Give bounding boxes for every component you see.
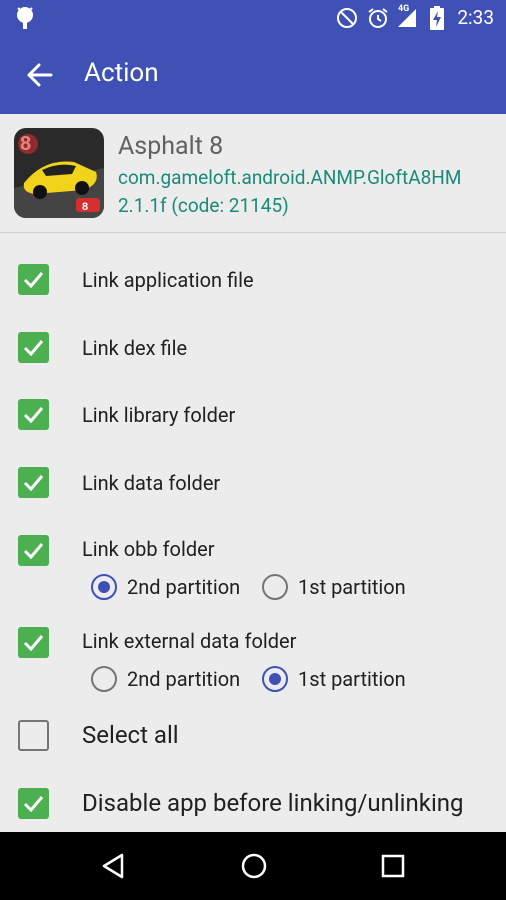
external-radio-1st-partition[interactable] [262,666,288,692]
checkbox-link-obb-folder[interactable] [18,535,49,566]
signal-icon [398,9,416,27]
option-label: Link external data folder [82,629,297,653]
clock-time: 2:33 [457,6,494,29]
obb-radio-1st-partition[interactable] [262,574,288,600]
page-title: Action [84,58,159,88]
nav-back-icon[interactable] [100,852,126,880]
do-not-disturb-icon [337,8,357,28]
option-label: Link library folder [82,403,236,427]
svg-text:8: 8 [82,201,88,213]
option-label: Link obb folder [82,537,215,561]
checkbox-link-data-folder[interactable] [18,467,49,498]
checkbox-link-library-folder[interactable] [18,399,49,430]
check-icon [23,543,44,560]
check-icon [23,635,44,652]
back-arrow-icon[interactable] [22,58,56,92]
obb-radio-2nd-label: 2nd partition [127,575,241,599]
android-debug-icon [17,7,33,29]
alarm-icon [368,8,388,28]
check-icon [23,796,44,813]
option-label: Link data folder [82,471,221,495]
obb-radio-1st-label: 1st partition [298,575,406,599]
app-bar: Action [0,36,506,114]
option-label: Link application file [82,268,254,292]
check-icon [23,340,44,357]
app-package: com.gameloft.android.ANMP.GloftA8HM [118,166,462,189]
check-icon [23,272,44,289]
option-label: Select all [82,721,179,749]
obb-radio-2nd-partition[interactable] [91,574,117,600]
external-radio-2nd-label: 2nd partition [127,667,241,691]
option-label: Disable app before linking/unlinking [82,789,464,817]
checkbox-select-all[interactable] [18,720,49,751]
external-radio-1st-label: 1st partition [298,667,406,691]
check-icon [23,475,44,492]
checkbox-link-external-data-folder[interactable] [18,627,49,658]
check-icon [23,407,44,424]
checkbox-link-dex-file[interactable] [18,332,49,363]
navigation-bar [0,832,506,900]
external-radio-2nd-partition[interactable] [91,666,117,692]
app-name: Asphalt 8 [118,132,224,161]
status-bar: 4G 2:33 [0,0,506,36]
app-version: 2.1.1f (code: 21145) [118,194,289,217]
battery-charging-icon [430,6,444,30]
nav-recents-icon[interactable] [381,854,405,878]
checkbox-link-application-file[interactable] [18,264,49,295]
app-icon: 8 8 [14,128,104,218]
nav-home-icon[interactable] [240,852,268,880]
option-label: Link dex file [82,336,188,360]
app-info-header: 8 8 Asphalt 8 com.gameloft.android.ANMP.… [0,114,506,233]
checkbox-disable-app[interactable] [18,788,49,819]
